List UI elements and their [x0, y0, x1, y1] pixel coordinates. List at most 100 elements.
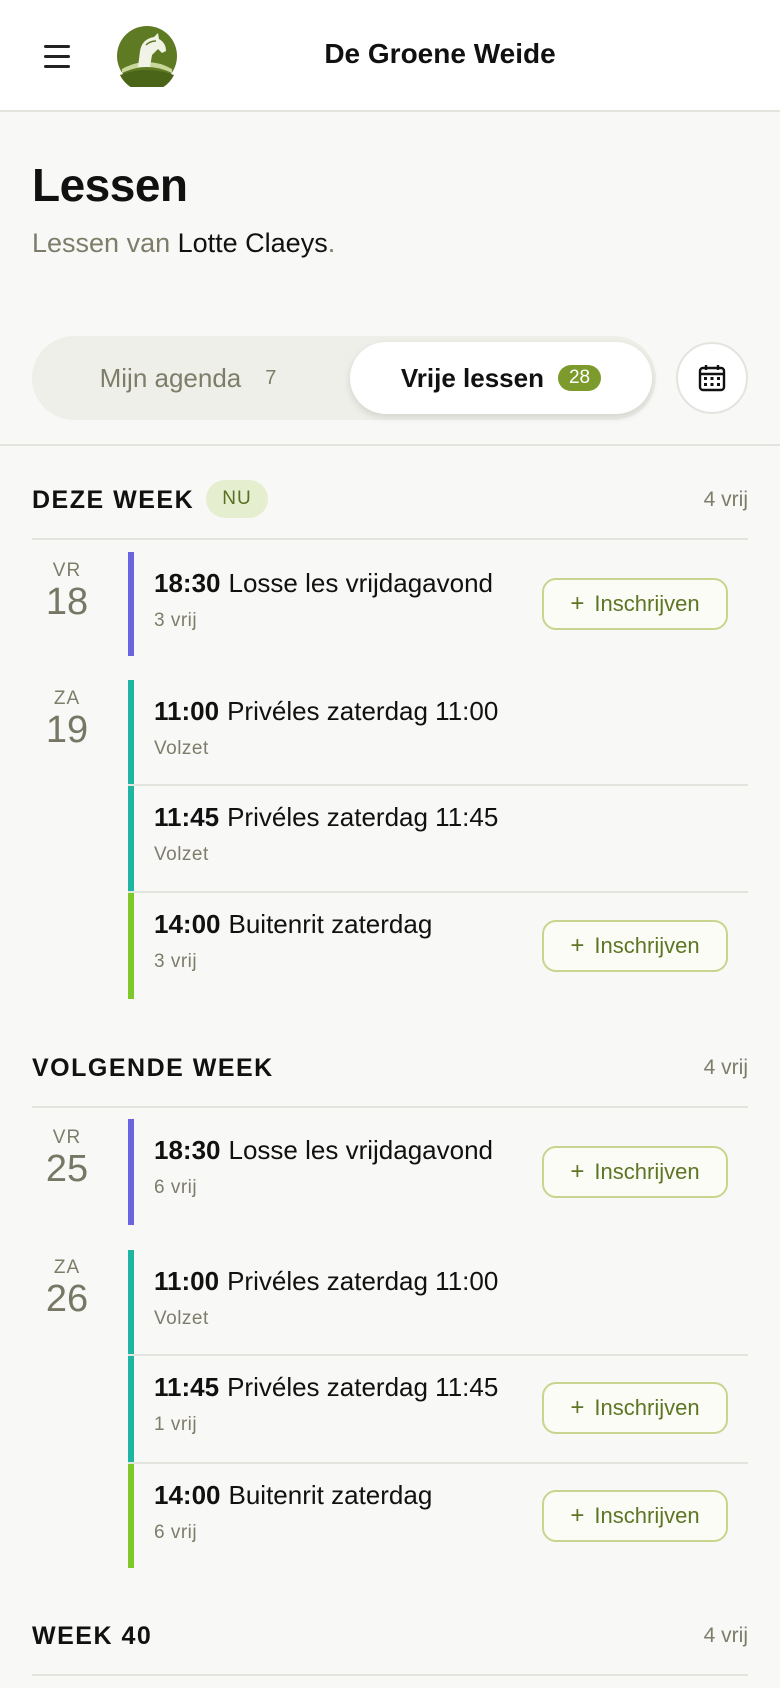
- lesson-row[interactable]: 14:00 Buitenrit zaterdag 6 vrij + Inschrij…: [128, 1464, 748, 1568]
- enroll-label: Inschrijven: [594, 933, 700, 958]
- lesson-status: Volzet: [154, 738, 209, 759]
- lesson-name: Privéles zaterdag 11:00: [227, 696, 499, 726]
- lesson-title: 14:00 Buitenrit zaterdag: [154, 1480, 432, 1511]
- lesson-title: 14:00 Buitenrit zaterdag: [154, 909, 432, 940]
- week-title: VOLGENDE WEEK: [32, 1054, 274, 1082]
- lesson-status: 3 vrij: [154, 951, 198, 972]
- lesson-time: 18:30: [154, 568, 221, 598]
- day-number: 18: [45, 581, 89, 623]
- lesson-title: 11:45 Privéles zaterdag 11:45: [154, 802, 498, 833]
- lesson-title: 11:00 Privéles zaterdag 11:00: [154, 696, 498, 727]
- day-number: 26: [45, 1278, 89, 1320]
- week-title: WEEK 40: [32, 1622, 153, 1650]
- week-free-count: 4 vrij: [703, 1056, 748, 1079]
- app-title: De Groene Weide: [324, 38, 556, 69]
- lesson-row[interactable]: 11:45 Privéles zaterdag 11:45 1 vrij + Ins…: [128, 1356, 748, 1464]
- lesson-status: 6 vrij: [154, 1177, 198, 1198]
- enroll-label: Inschrijven: [594, 591, 700, 616]
- enroll-button[interactable]: + Inschrijven: [542, 920, 728, 972]
- day-of-week: ZA: [53, 688, 81, 709]
- tab-mijn-agenda[interactable]: Mijn agenda 7: [32, 342, 344, 414]
- week-header: WEEK 40 4 vrij: [32, 1616, 748, 1676]
- rider-name: Lotte Claeys: [177, 228, 328, 258]
- enroll-button[interactable]: + Inschrijven: [542, 1490, 728, 1542]
- lesson-status: Volzet: [154, 1308, 209, 1329]
- lesson-time: 11:00: [154, 696, 220, 726]
- lesson-title: 11:45 Privéles zaterdag 11:45: [154, 1372, 498, 1403]
- lesson-color-bar: [128, 1356, 134, 1462]
- lesson-name: Buitenrit zaterdag: [228, 1480, 433, 1510]
- divider: [0, 444, 780, 446]
- lesson-status: 6 vrij: [154, 1522, 198, 1543]
- enroll-label: Inschrijven: [594, 1159, 700, 1184]
- day-label: ZA 26: [32, 1257, 102, 1319]
- lesson-row[interactable]: 11:00 Privéles zaterdag 11:00 Volzet: [128, 680, 748, 786]
- lesson-color-bar: [128, 1119, 134, 1225]
- plus-icon: +: [570, 590, 585, 617]
- day-label: VR 25: [32, 1127, 102, 1189]
- lesson-time: 11:45: [154, 1372, 220, 1402]
- lesson-view-switch: Mijn agenda 7 Vrije lessen 28: [32, 336, 656, 420]
- tab-label: Vrije lessen: [400, 362, 544, 393]
- enroll-button[interactable]: + Inschrijven: [542, 1146, 728, 1198]
- lesson-color-bar: [128, 680, 134, 784]
- lesson-name: Privéles zaterdag 11:45: [227, 1372, 499, 1402]
- lesson-status: Volzet: [154, 844, 209, 865]
- lesson-name: Privéles zaterdag 11:00: [227, 1266, 499, 1296]
- lesson-title: 11:00 Privéles zaterdag 11:00: [154, 1266, 498, 1297]
- lesson-name: Losse les vrijdagavond: [228, 568, 494, 598]
- plus-icon: +: [570, 1158, 585, 1185]
- week-header: DEZE WEEK NU 4 vrij: [32, 480, 748, 540]
- day-number: 19: [45, 709, 89, 751]
- day-of-week: ZA: [53, 1257, 81, 1278]
- tab-vrije-lessen[interactable]: Vrije lessen 28: [350, 342, 652, 414]
- page-subtitle: Lessen van Lotte Claeys.: [32, 228, 335, 259]
- plus-icon: +: [570, 1502, 585, 1529]
- week-free-count: 4 vrij: [703, 488, 748, 511]
- lesson-name: Buitenrit zaterdag: [228, 909, 433, 939]
- enroll-button[interactable]: + Inschrijven: [542, 578, 728, 630]
- lesson-color-bar: [128, 786, 134, 891]
- week-title: DEZE WEEK: [32, 486, 195, 514]
- day-number: 25: [45, 1148, 89, 1190]
- lesson-time: 18:30: [154, 1135, 221, 1165]
- tab-count-badge: 28: [557, 365, 602, 391]
- lesson-time: 11:45: [154, 802, 220, 832]
- week-free-count: 4 vrij: [703, 1624, 748, 1647]
- calendar-button[interactable]: [676, 342, 748, 414]
- plus-icon: +: [570, 1394, 585, 1421]
- day-label: ZA 19: [32, 688, 102, 750]
- lesson-title: 18:30 Losse les vrijdagavond: [154, 1135, 493, 1166]
- day-of-week: VR: [52, 560, 82, 581]
- lesson-row[interactable]: 11:00 Privéles zaterdag 11:00 Volzet: [128, 1250, 748, 1356]
- lesson-time: 11:00: [154, 1266, 220, 1296]
- plus-icon: +: [570, 932, 585, 959]
- lesson-status: 1 vrij: [154, 1414, 198, 1435]
- lesson-color-bar: [128, 893, 134, 999]
- week-header: VOLGENDE WEEK 4 vrij: [32, 1048, 748, 1108]
- subtitle-suffix: .: [327, 228, 336, 258]
- subtitle-prefix: Lessen van: [32, 228, 178, 258]
- day-label: VR 18: [32, 560, 102, 622]
- enroll-label: Inschrijven: [594, 1395, 700, 1420]
- page-title: Lessen: [32, 159, 188, 211]
- day-of-week: VR: [52, 1127, 82, 1148]
- calendar-icon: [698, 365, 726, 392]
- lesson-name: Privéles zaterdag 11:45: [227, 802, 499, 832]
- lesson-name: Losse les vrijdagavond: [228, 1135, 494, 1165]
- tab-count: 7: [265, 366, 277, 389]
- lesson-row[interactable]: 14:00 Buitenrit zaterdag 3 vrij + Inschrij…: [128, 893, 748, 999]
- lesson-row[interactable]: 18:30 Losse les vrijdagavond 6 vrij + Insc…: [128, 1119, 748, 1225]
- top-app-bar: De Groene Weide: [0, 0, 780, 112]
- lesson-color-bar: [128, 1250, 134, 1354]
- lesson-row[interactable]: 11:45 Privéles zaterdag 11:45 Volzet: [128, 786, 748, 893]
- tab-label: Mijn agenda: [99, 362, 242, 393]
- enroll-label: Inschrijven: [594, 1503, 700, 1528]
- lesson-time: 14:00: [154, 909, 221, 939]
- lesson-time: 14:00: [154, 1480, 221, 1510]
- current-week-badge: NU: [206, 480, 268, 518]
- lesson-color-bar: [128, 552, 134, 656]
- lesson-row[interactable]: 18:30 Losse les vrijdagavond 3 vrij + Insc…: [128, 552, 748, 656]
- lesson-status: 3 vrij: [154, 610, 198, 631]
- enroll-button[interactable]: + Inschrijven: [542, 1382, 728, 1434]
